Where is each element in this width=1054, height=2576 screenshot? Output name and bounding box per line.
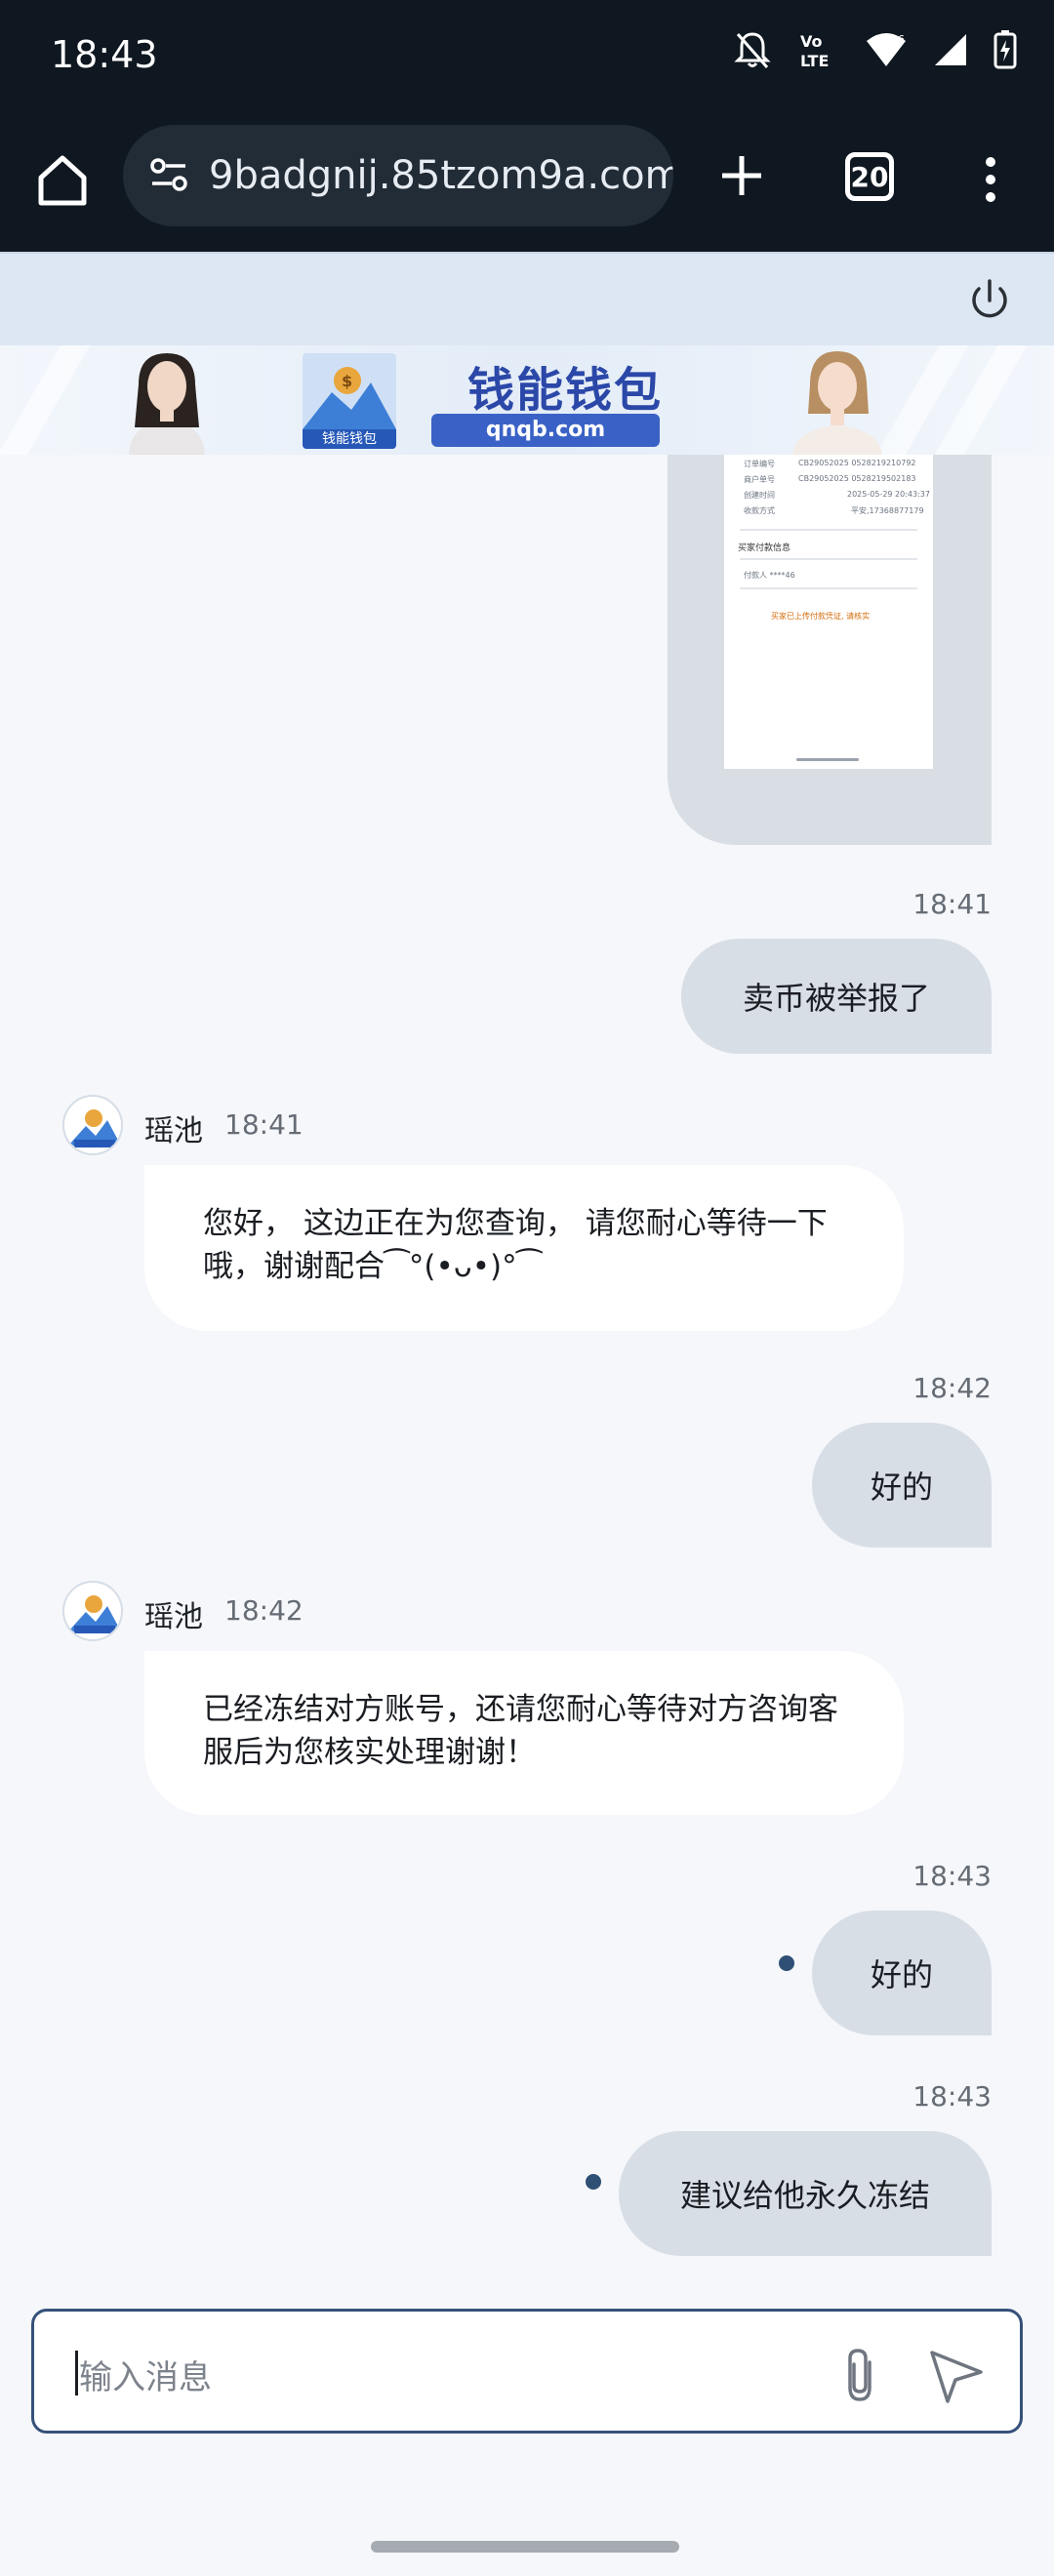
status-time: 18:43	[51, 33, 158, 76]
volte-icon: Vo LTE	[800, 32, 829, 70]
power-icon[interactable]	[964, 275, 1015, 326]
chat-message-list[interactable]: 订单编号 CB29052025 0528219210792 商户单号 CB290…	[0, 455, 1054, 2299]
status-icons: Vo LTE 6	[734, 29, 1017, 70]
message-text: 好的	[870, 1469, 933, 1506]
signal-icon	[935, 34, 966, 65]
message-time: 18:43	[912, 2080, 992, 2113]
incoming-message[interactable]: 您好， 这边正在为您查询， 请您耐心等待一下哦，谢谢配合⁀°(•ᴗ•)°⁀	[144, 1165, 904, 1331]
sender-name: 瑶池	[144, 1600, 203, 1634]
svg-text:$: $	[342, 372, 352, 390]
composer: 输入消息	[0, 2299, 1054, 2516]
outgoing-message[interactable]: 建议给他永久冻结	[619, 2131, 992, 2256]
url-bar[interactable]: 9badgnij.85tzom9a.com	[123, 125, 673, 226]
send-icon[interactable]	[926, 2345, 987, 2405]
model-photo-left	[129, 353, 205, 455]
tabs-icon[interactable]: 20	[845, 152, 894, 201]
screenshot-thumbnail[interactable]: 订单编号 CB29052025 0528219210792 商户单号 CB290…	[724, 455, 933, 769]
plus-icon[interactable]	[712, 146, 771, 205]
message-time: 18:43	[912, 1860, 992, 1892]
chat-header	[0, 252, 1054, 345]
tab-count: 20	[850, 160, 889, 193]
gesture-navigation-bar[interactable]	[371, 2541, 679, 2553]
message-text: 好的	[870, 1956, 933, 1993]
status-bar: 18:43 Vo LTE 6	[0, 0, 1054, 115]
text-caret	[75, 2351, 78, 2395]
message-time: 18:42	[224, 1594, 304, 1627]
home-icon[interactable]	[33, 150, 92, 209]
image-message[interactable]: 订单编号 CB29052025 0528219210792 商户单号 CB290…	[668, 455, 992, 845]
svg-text:Vo: Vo	[800, 32, 823, 51]
unread-dot	[779, 1955, 794, 1971]
outgoing-message[interactable]: 卖币被举报了	[681, 939, 992, 1054]
message-text: 您好， 这边正在为您查询， 请您耐心等待一下哦，谢谢配合⁀°(•ᴗ•)°⁀	[203, 1206, 828, 1284]
site-settings-icon[interactable]	[144, 151, 193, 200]
outgoing-message[interactable]: 好的	[812, 1423, 992, 1548]
svg-text:6: 6	[898, 33, 905, 46]
outgoing-message[interactable]: 好的	[812, 1911, 992, 2035]
logo-caption: 钱能钱包	[303, 429, 396, 449]
message-text: 已经冻结对方账号，还请您耐心等待对方咨询客服后为您核实处理谢谢！	[203, 1692, 838, 1770]
message-time: 18:41	[912, 888, 992, 920]
svg-text:LTE: LTE	[800, 52, 829, 70]
model-photo-right	[792, 351, 882, 455]
paperclip-icon[interactable]	[832, 2345, 889, 2405]
brand-logo: $ 钱能钱包	[303, 353, 396, 449]
sender-name: 瑶池	[144, 1114, 203, 1148]
wifi-icon: 6	[867, 33, 906, 66]
message-text: 建议给他永久冻结	[679, 2177, 930, 2214]
message-text: 卖币被举报了	[742, 980, 930, 1017]
message-time: 18:42	[912, 1372, 992, 1404]
input-placeholder: 输入消息	[79, 2358, 212, 2397]
incoming-message[interactable]: 已经冻结对方账号，还请您耐心等待对方咨询客服后为您核实处理谢谢！	[144, 1651, 904, 1815]
more-vert-icon[interactable]	[976, 150, 1005, 209]
ad-banner[interactable]: $ 钱能钱包 钱能钱包 qnqb.com	[0, 345, 1054, 455]
brand-title: 钱能钱包	[466, 363, 663, 418]
avatar[interactable]	[62, 1095, 123, 1155]
unread-dot	[586, 2174, 601, 2190]
avatar[interactable]	[62, 1581, 123, 1641]
message-time: 18:41	[224, 1108, 304, 1141]
notifications-off-icon	[734, 32, 771, 68]
brand-url: qnqb.com	[431, 414, 660, 447]
message-input[interactable]: 输入消息	[31, 2309, 1023, 2434]
browser-toolbar: 9badgnij.85tzom9a.com 20	[0, 115, 1054, 252]
url-text: 9badgnij.85tzom9a.com	[209, 153, 673, 198]
battery-icon	[993, 30, 1017, 69]
